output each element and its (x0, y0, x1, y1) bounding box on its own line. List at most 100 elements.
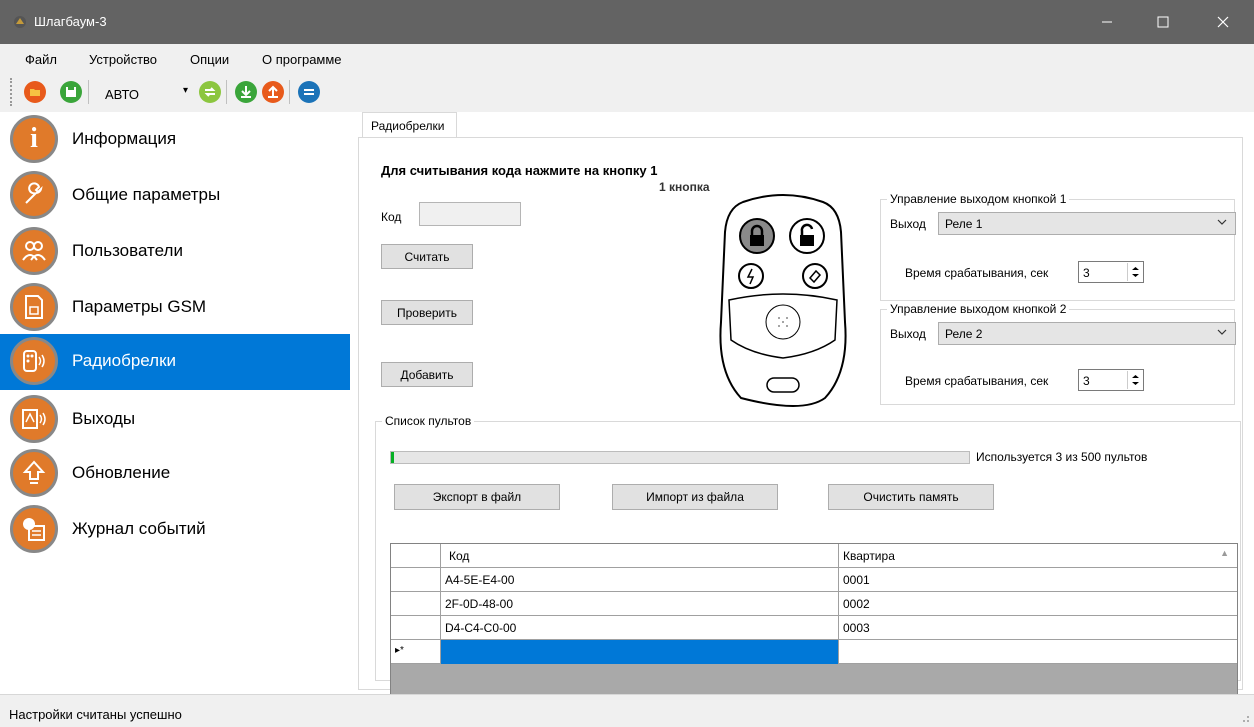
output2-title: Управление выходом кнопкой 2 (887, 302, 1070, 316)
sidebar-item-label: Пользователи (72, 241, 183, 260)
output1-time-stepper[interactable]: 3 (1078, 261, 1144, 283)
sidebar-item-info[interactable]: i Информация (0, 112, 350, 168)
table-header: Код Квартира ▲ (391, 544, 1237, 568)
upload-icon[interactable] (262, 81, 284, 103)
sim-card-icon (10, 283, 58, 331)
new-row-marker: ▸* (391, 640, 441, 664)
usage-text: Используется 3 из 500 пультов (976, 450, 1148, 464)
row-header-cell (391, 544, 441, 568)
sidebar-item-general[interactable]: Общие параметры (0, 168, 350, 224)
menu-options[interactable]: Опции (190, 52, 229, 67)
connect-icon[interactable] (199, 81, 221, 103)
output2-time-stepper[interactable]: 3 (1078, 369, 1144, 391)
output2-label: Выход (890, 327, 926, 341)
update-icon (10, 449, 58, 497)
menu-device[interactable]: Устройство (89, 52, 157, 67)
toolbar-separator (226, 80, 227, 104)
sidebar-item-outputs[interactable]: Выходы (0, 392, 350, 448)
chevron-down-icon (1217, 216, 1227, 230)
clear-memory-button[interactable]: Очистить память (828, 484, 994, 510)
row-header-cell[interactable] (391, 592, 441, 616)
wrench-icon (10, 171, 58, 219)
sidebar-item-label: Общие параметры (72, 185, 221, 204)
key-fob-icon (719, 194, 847, 407)
table-row[interactable]: 2F-0D-48-00 0002 (391, 592, 1237, 616)
cell-apartment-new[interactable] (839, 640, 1237, 664)
download-icon[interactable] (235, 81, 257, 103)
output2-select-value: Реле 2 (945, 327, 983, 341)
chevron-down-icon: ▾ (183, 85, 189, 96)
output1-time-label: Время срабатывания, сек (905, 266, 1049, 280)
row-header-cell[interactable] (391, 616, 441, 640)
mode-select[interactable]: АВТО ▾ (97, 83, 193, 104)
cell-apartment[interactable]: 0002 (839, 592, 1237, 616)
window-title: Шлагбаум-3 (34, 14, 107, 29)
code-field[interactable] (419, 202, 521, 226)
resize-grip-icon[interactable] (1238, 711, 1250, 726)
spinner-arrows-icon[interactable] (1127, 371, 1142, 389)
import-button[interactable]: Импорт из файла (612, 484, 778, 510)
sidebar-item-label: Выходы (72, 409, 136, 428)
minimize-icon (1102, 21, 1112, 23)
chevron-down-icon (1217, 326, 1227, 340)
cell-code[interactable]: D4-C4-C0-00 (441, 616, 839, 640)
sidebar: i Информация Общие параметры Пользовател… (0, 112, 352, 694)
tab-panel: Для считывания кода нажмите на кнопку 1 … (358, 137, 1243, 702)
table-row[interactable]: A4-5E-E4-00 0001 (391, 568, 1237, 592)
toolbar-separator (88, 80, 89, 104)
sidebar-item-label: Информация (72, 129, 177, 148)
spinner-arrows-icon[interactable] (1127, 263, 1142, 281)
status-bar: Настройки считаны успешно (0, 694, 1254, 727)
sidebar-item-users[interactable]: Пользователи (0, 224, 350, 280)
table-new-row[interactable]: ▸* (391, 640, 1237, 664)
menu-file[interactable]: Файл (25, 52, 57, 67)
menu-about[interactable]: О программе (262, 52, 342, 67)
usage-progress-bar (390, 451, 970, 464)
sort-arrow-icon: ▲ (1220, 548, 1229, 558)
sidebar-item-update[interactable]: Обновление (0, 446, 350, 502)
users-icon (10, 227, 58, 275)
cell-code[interactable]: A4-5E-E4-00 (441, 568, 839, 592)
sidebar-item-remotes[interactable]: Радиобрелки (0, 334, 350, 390)
read-button[interactable]: Считать (381, 244, 473, 269)
check-button[interactable]: Проверить (381, 300, 473, 325)
maximize-button[interactable] (1140, 0, 1186, 44)
sync-icon[interactable] (298, 81, 320, 103)
info-icon: i (10, 115, 58, 163)
toolbar-grip (10, 78, 13, 106)
tab-remotes[interactable]: Радиобрелки (362, 112, 457, 138)
main-panel: Радиобрелки Для считывания кода нажмите … (352, 112, 1254, 702)
sidebar-item-label: Параметры GSM (72, 297, 207, 316)
table-row[interactable]: D4-C4-C0-00 0003 (391, 616, 1237, 640)
output1-group: Управление выходом кнопкой 1 Выход Реле … (880, 192, 1236, 301)
column-header-apartment[interactable]: Квартира ▲ (839, 544, 1237, 568)
add-button[interactable]: Добавить (381, 362, 473, 387)
cell-code[interactable]: 2F-0D-48-00 (441, 592, 839, 616)
output1-time-value: 3 (1083, 266, 1090, 280)
sidebar-item-gsm[interactable]: Параметры GSM (0, 280, 350, 336)
cell-apartment[interactable]: 0003 (839, 616, 1237, 640)
output2-group: Управление выходом кнопкой 2 Выход Реле … (880, 302, 1236, 405)
button-caption: 1 кнопка (659, 180, 710, 194)
remotes-title: Список пультов (382, 414, 475, 428)
save-icon[interactable] (60, 81, 82, 103)
sidebar-item-event-log[interactable]: Журнал событий (0, 502, 350, 558)
export-button[interactable]: Экспорт в файл (394, 484, 560, 510)
cell-code-new[interactable] (441, 640, 839, 664)
row-header-cell[interactable] (391, 568, 441, 592)
remotes-table[interactable]: Код Квартира ▲ A4-5E-E4-00 0001 2F-0D-48… (390, 543, 1238, 702)
close-button[interactable] (1200, 0, 1246, 44)
event-log-icon (10, 505, 58, 553)
open-folder-icon[interactable] (24, 81, 46, 103)
output2-select[interactable]: Реле 2 (938, 322, 1236, 345)
title-bar: Шлагбаум-3 (0, 0, 1254, 44)
output2-time-value: 3 (1083, 374, 1090, 388)
output1-label: Выход (890, 217, 926, 231)
remote-icon (10, 337, 58, 385)
code-label: Код (381, 210, 402, 224)
maximize-icon (1157, 16, 1169, 28)
minimize-button[interactable] (1084, 0, 1130, 44)
column-header-code[interactable]: Код (441, 544, 839, 568)
cell-apartment[interactable]: 0001 (839, 568, 1237, 592)
output1-select[interactable]: Реле 1 (938, 212, 1236, 235)
